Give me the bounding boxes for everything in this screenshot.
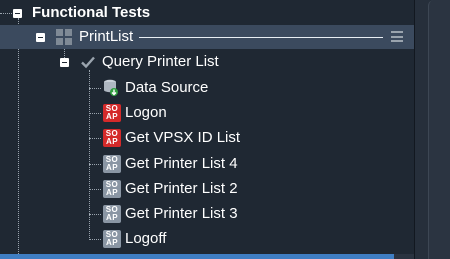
tree-guide-root bbox=[18, 18, 19, 254]
tree-guide-item bbox=[89, 164, 101, 165]
scrollbar-track-corner bbox=[394, 254, 414, 259]
grid-icon bbox=[56, 29, 72, 45]
soap-icon-text-bottom: AP bbox=[105, 112, 119, 121]
soap-icon-text-bottom: AP bbox=[105, 163, 119, 172]
tree-guide-root-h bbox=[0, 13, 12, 14]
soap-icon: SO AP bbox=[103, 205, 121, 223]
soap-icon: SO AP bbox=[103, 155, 121, 173]
soap-icon-text-bottom: AP bbox=[105, 238, 119, 247]
soap-icon-text-bottom: AP bbox=[105, 188, 119, 197]
soap-icon-text-bottom: AP bbox=[105, 137, 119, 146]
tree-node-functional-tests[interactable]: Functional Tests bbox=[32, 4, 150, 22]
tree-guide-item bbox=[89, 88, 101, 89]
database-icon bbox=[104, 79, 118, 96]
soap-icon: SO AP bbox=[103, 104, 121, 122]
tree-guide-item bbox=[89, 138, 101, 139]
soap-icon-text-bottom: AP bbox=[105, 213, 119, 222]
side-panel bbox=[428, 0, 450, 259]
soap-icon: SO AP bbox=[103, 230, 121, 248]
tree-item-get-vpsx-id-list[interactable]: Get VPSX ID List bbox=[125, 129, 240, 147]
soap-icon: SO AP bbox=[103, 180, 121, 198]
tree-item-get-printer-list-3[interactable]: Get Printer List 3 bbox=[125, 205, 238, 223]
tree-item-data-source[interactable]: Data Source bbox=[125, 79, 208, 97]
tree-node-printlist[interactable]: PrintList bbox=[79, 28, 133, 46]
tree-guide-item bbox=[89, 113, 101, 114]
test-tree-panel: Functional Tests PrintList Query Printer… bbox=[0, 0, 414, 259]
tree-item-get-printer-list-4[interactable]: Get Printer List 4 bbox=[125, 155, 238, 173]
tree-node-query-printer-list[interactable]: Query Printer List bbox=[102, 53, 219, 71]
checkmark-icon bbox=[81, 56, 95, 69]
tree-guide-item bbox=[89, 189, 101, 190]
tree-guide-item bbox=[89, 239, 101, 240]
tree-item-logon[interactable]: Logon bbox=[125, 104, 167, 122]
hamburger-menu-icon[interactable] bbox=[391, 31, 403, 43]
tree-guide-item bbox=[89, 214, 101, 215]
collapse-toggle-functional-tests[interactable] bbox=[13, 9, 22, 18]
selection-divider-line bbox=[139, 37, 383, 38]
tree-item-get-printer-list-2[interactable]: Get Printer List 2 bbox=[125, 180, 238, 198]
collapse-toggle-printlist[interactable] bbox=[36, 33, 45, 42]
collapse-toggle-query-printer-list[interactable] bbox=[60, 58, 69, 67]
horizontal-scrollbar[interactable] bbox=[0, 254, 394, 259]
tree-item-logoff[interactable]: Logoff bbox=[125, 230, 166, 248]
soap-icon: SO AP bbox=[103, 129, 121, 147]
